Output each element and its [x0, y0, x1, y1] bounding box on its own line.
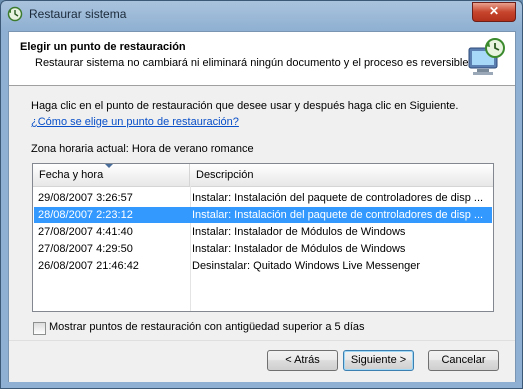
list-item[interactable]: 26/08/2007 21:46:42 Desinstalar: Quitado…	[34, 258, 492, 274]
row-description: Instalar: Instalador de Módulos de Windo…	[192, 243, 406, 255]
system-restore-icon	[7, 6, 23, 22]
list-header: Fecha y hora Descripción	[33, 164, 493, 187]
row-description: Instalar: Instalación del paquete de con…	[192, 192, 484, 204]
column-header-date[interactable]: Fecha y hora	[33, 164, 190, 186]
page-title: Elegir un punto de restauración	[20, 41, 186, 53]
dialog-body: Elegir un punto de restauración Restaura…	[8, 31, 516, 382]
wizard-header: Elegir un punto de restauración Restaura…	[9, 32, 515, 86]
button-bar: < Atrás Siguiente > Cancelar	[9, 340, 515, 382]
sort-arrow-icon	[105, 164, 113, 168]
row-description: Instalar: Instalación del paquete de con…	[192, 209, 484, 221]
back-button[interactable]: < Atrás	[267, 350, 338, 371]
restore-window: Restaurar sistema ✕ Elegir un punto de r…	[0, 0, 523, 389]
list-item[interactable]: 29/08/2007 3:26:57 Instalar: Instalación…	[34, 190, 492, 206]
timezone-text: Zona horaria actual: Hora de verano roma…	[31, 143, 254, 155]
row-date: 26/08/2007 21:46:42	[38, 260, 139, 272]
row-date: 27/08/2007 4:41:40	[38, 226, 133, 238]
help-link[interactable]: ¿Cómo se elige un punto de restauración?	[31, 116, 239, 128]
title-bar[interactable]: Restaurar sistema ✕	[1, 1, 522, 27]
list-item[interactable]: 27/08/2007 4:29:50 Instalar: Instalador …	[34, 241, 492, 257]
next-button[interactable]: Siguiente >	[343, 350, 414, 371]
list-item-selected[interactable]: 28/08/2007 2:23:12 Instalar: Instalación…	[34, 207, 492, 223]
close-button[interactable]: ✕	[472, 2, 516, 22]
column-header-date-label: Fecha y hora	[39, 169, 104, 181]
window-title: Restaurar sistema	[29, 7, 127, 21]
column-header-description-label: Descripción	[196, 169, 254, 181]
row-description: Desinstalar: Quitado Windows Live Messen…	[192, 260, 421, 272]
row-date: 28/08/2007 2:23:12	[38, 209, 133, 221]
show-more-checkbox[interactable]	[33, 322, 46, 335]
show-more-label[interactable]: Mostrar puntos de restauración con antig…	[49, 321, 365, 333]
row-date: 29/08/2007 3:26:57	[38, 192, 133, 204]
list-item[interactable]: 27/08/2007 4:41:40 Instalar: Instalador …	[34, 224, 492, 240]
row-description: Instalar: Instalador de Módulos de Windo…	[192, 226, 406, 238]
instruction-text: Haga clic en el punto de restauración qu…	[31, 100, 459, 112]
cancel-button[interactable]: Cancelar	[428, 350, 499, 371]
row-date: 27/08/2007 4:29:50	[38, 243, 133, 255]
restore-computer-icon	[468, 38, 505, 75]
restore-points-list[interactable]: Fecha y hora Descripción 29/08/2007 3:26…	[32, 163, 494, 312]
column-header-description[interactable]: Descripción	[190, 164, 493, 186]
page-subtitle: Restaurar sistema no cambiará ni elimina…	[35, 57, 472, 69]
